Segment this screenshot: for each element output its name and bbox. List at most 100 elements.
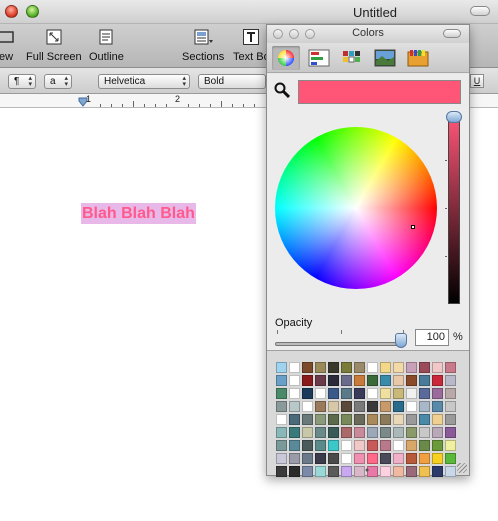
color-swatch[interactable] — [354, 440, 365, 451]
opacity-field[interactable]: 100 — [415, 329, 449, 346]
paragraph-style-popup[interactable]: ¶ ▴ ▾ — [8, 74, 36, 89]
color-swatch[interactable] — [289, 362, 300, 373]
color-swatch[interactable] — [341, 466, 352, 477]
color-swatch[interactable] — [341, 362, 352, 373]
current-color-swatch[interactable] — [298, 80, 461, 104]
toolbar-outline-button[interactable]: Outline — [89, 26, 124, 63]
color-sliders-mode-button[interactable] — [305, 46, 333, 70]
color-swatch[interactable] — [432, 427, 443, 438]
color-wheel-cursor[interactable] — [411, 225, 415, 229]
resize-grip-icon[interactable] — [457, 463, 467, 473]
character-style-popup[interactable]: a ▴ ▾ — [44, 74, 72, 89]
color-swatch[interactable] — [445, 375, 456, 386]
color-swatch[interactable] — [276, 401, 287, 412]
color-swatch[interactable] — [380, 427, 391, 438]
color-swatch[interactable] — [341, 453, 352, 464]
toolbar-sections-button[interactable]: Sections — [182, 26, 224, 63]
color-swatch[interactable] — [393, 453, 404, 464]
color-swatch[interactable] — [289, 427, 300, 438]
color-swatch[interactable] — [328, 427, 339, 438]
color-swatch[interactable] — [367, 414, 378, 425]
color-swatch[interactable] — [367, 362, 378, 373]
color-swatch[interactable] — [276, 375, 287, 386]
color-swatch[interactable] — [419, 466, 430, 477]
color-swatch[interactable] — [276, 362, 287, 373]
color-swatch[interactable] — [276, 466, 287, 477]
color-swatch[interactable] — [406, 375, 417, 386]
color-swatch[interactable] — [445, 362, 456, 373]
color-swatch[interactable] — [276, 440, 287, 451]
splitter-handle-icon[interactable]: ● — [365, 467, 369, 474]
color-swatch[interactable] — [341, 427, 352, 438]
color-swatch[interactable] — [432, 466, 443, 477]
color-swatch[interactable] — [367, 375, 378, 386]
color-swatch[interactable] — [393, 375, 404, 386]
color-swatch[interactable] — [289, 453, 300, 464]
color-swatch[interactable] — [445, 427, 456, 438]
magnifier-icon[interactable] — [274, 82, 290, 98]
color-swatch[interactable] — [393, 440, 404, 451]
color-swatch[interactable] — [302, 466, 313, 477]
color-swatch[interactable] — [406, 388, 417, 399]
color-swatch[interactable] — [367, 453, 378, 464]
color-swatch[interactable] — [354, 414, 365, 425]
color-swatch[interactable] — [380, 388, 391, 399]
color-swatch[interactable] — [367, 388, 378, 399]
color-swatch[interactable] — [302, 414, 313, 425]
color-swatch[interactable] — [406, 453, 417, 464]
color-swatch[interactable] — [276, 388, 287, 399]
color-swatch[interactable] — [354, 362, 365, 373]
color-swatch[interactable] — [432, 375, 443, 386]
color-swatch[interactable] — [354, 401, 365, 412]
color-swatch[interactable] — [341, 440, 352, 451]
color-swatch[interactable] — [315, 375, 326, 386]
color-swatch[interactable] — [432, 388, 443, 399]
document-text[interactable]: Blah Blah Blah — [81, 203, 196, 224]
color-swatch[interactable] — [328, 440, 339, 451]
color-swatch[interactable] — [380, 375, 391, 386]
color-swatch[interactable] — [302, 362, 313, 373]
color-swatch[interactable] — [315, 401, 326, 412]
color-swatch[interactable] — [380, 466, 391, 477]
color-swatch[interactable] — [393, 362, 404, 373]
color-swatch[interactable] — [445, 388, 456, 399]
color-swatch[interactable] — [276, 414, 287, 425]
color-swatch[interactable] — [328, 375, 339, 386]
color-swatch[interactable] — [315, 453, 326, 464]
color-swatch[interactable] — [354, 375, 365, 386]
color-swatch[interactable] — [289, 440, 300, 451]
color-swatch[interactable] — [354, 453, 365, 464]
color-swatch[interactable] — [354, 388, 365, 399]
color-swatch[interactable] — [315, 414, 326, 425]
color-swatch[interactable] — [328, 466, 339, 477]
color-swatch[interactable] — [367, 401, 378, 412]
color-swatch[interactable] — [393, 466, 404, 477]
color-swatch[interactable] — [302, 453, 313, 464]
color-swatch[interactable] — [289, 388, 300, 399]
color-swatch[interactable] — [354, 466, 365, 477]
brightness-slider-thumb[interactable] — [446, 111, 462, 123]
color-swatch[interactable] — [302, 375, 313, 386]
opacity-slider[interactable] — [275, 342, 403, 346]
color-swatch[interactable] — [328, 401, 339, 412]
color-swatch[interactable] — [432, 453, 443, 464]
color-swatch[interactable] — [393, 388, 404, 399]
font-family-popup[interactable]: Helvetica ▴ ▾ — [98, 74, 190, 89]
color-swatch[interactable] — [328, 388, 339, 399]
color-swatch[interactable] — [302, 440, 313, 451]
color-swatch[interactable] — [432, 362, 443, 373]
color-swatch[interactable] — [406, 401, 417, 412]
color-swatch[interactable] — [315, 362, 326, 373]
color-swatch[interactable] — [406, 414, 417, 425]
color-swatch[interactable] — [367, 440, 378, 451]
image-palettes-mode-button[interactable] — [371, 46, 399, 70]
color-swatch[interactable] — [341, 401, 352, 412]
color-wheel-mode-button[interactable] — [272, 46, 300, 70]
color-swatch[interactable] — [341, 388, 352, 399]
color-swatch[interactable] — [419, 388, 430, 399]
color-swatch[interactable] — [289, 401, 300, 412]
color-swatch[interactable] — [406, 362, 417, 373]
color-swatch[interactable] — [276, 427, 287, 438]
color-swatch[interactable] — [276, 453, 287, 464]
color-swatch[interactable] — [445, 401, 456, 412]
